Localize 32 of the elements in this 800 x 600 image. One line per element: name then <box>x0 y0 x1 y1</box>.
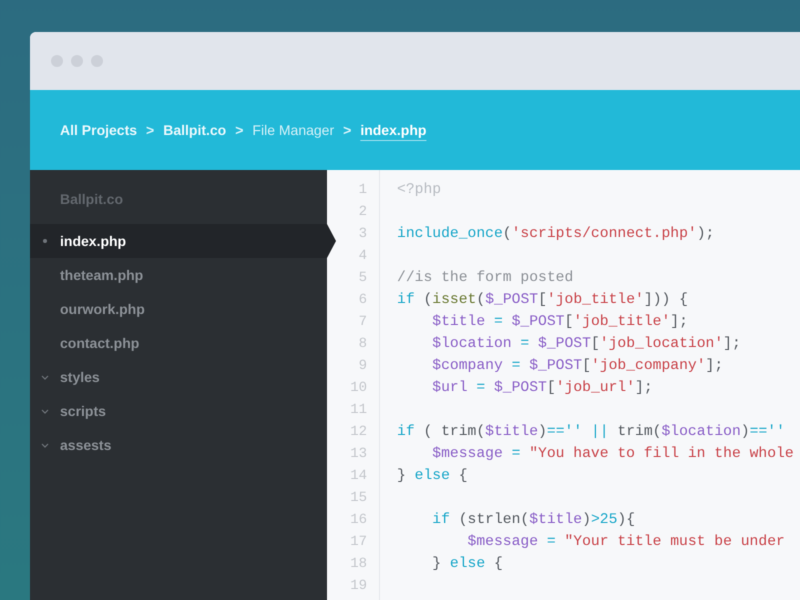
folder-item[interactable]: scripts <box>30 394 327 428</box>
breadcrumb-separator: > <box>343 120 352 140</box>
folder-item[interactable]: styles <box>30 360 327 394</box>
code-line: $url = $_POST['job_url']; <box>432 380 653 396</box>
file-item[interactable]: ourwork.php <box>30 292 327 326</box>
breadcrumb-link[interactable]: index.php <box>360 120 426 140</box>
breadcrumb-separator: > <box>235 120 244 140</box>
code-line: } else { <box>397 468 468 484</box>
code-line: $company = $_POST['job_company']; <box>432 358 724 374</box>
folder-item[interactable]: assests <box>30 428 327 462</box>
breadcrumb-separator: > <box>146 120 154 140</box>
bullet-icon <box>43 239 47 243</box>
breadcrumb-link[interactable]: Ballpit.co <box>163 120 226 140</box>
code-line: if (isset($_POST['job_title'])) { <box>397 292 688 308</box>
sidebar-title: Ballpit.co <box>59 190 124 209</box>
code-line: $message = "You have to fill in the whole <box>432 446 794 462</box>
code-line: //is the form posted <box>397 270 574 286</box>
chevron-down-icon <box>41 408 49 414</box>
code-line: if ( trim($title)=='' || trim($location)=='' <box>397 424 785 440</box>
code-line: include_once('scripts/connect.php'); <box>397 226 714 242</box>
file-item[interactable]: contact.php <box>30 326 327 360</box>
code-line: if (strlen($title)>25){ <box>432 512 636 528</box>
code-line: $message = "Your title must be under <box>468 534 785 550</box>
breadcrumb-link[interactable]: All Projects <box>60 120 138 140</box>
code-line: $location = $_POST['job_location']; <box>432 336 741 352</box>
file-item[interactable]: theteam.php <box>30 258 327 292</box>
chevron-down-icon <box>41 374 49 380</box>
code-line: $title = $_POST['job_title']; <box>432 314 688 330</box>
chevron-down-icon <box>41 442 49 448</box>
code-line: <?php <box>397 182 442 198</box>
pointer-icon <box>327 224 336 258</box>
code-line: } else { <box>432 556 503 572</box>
